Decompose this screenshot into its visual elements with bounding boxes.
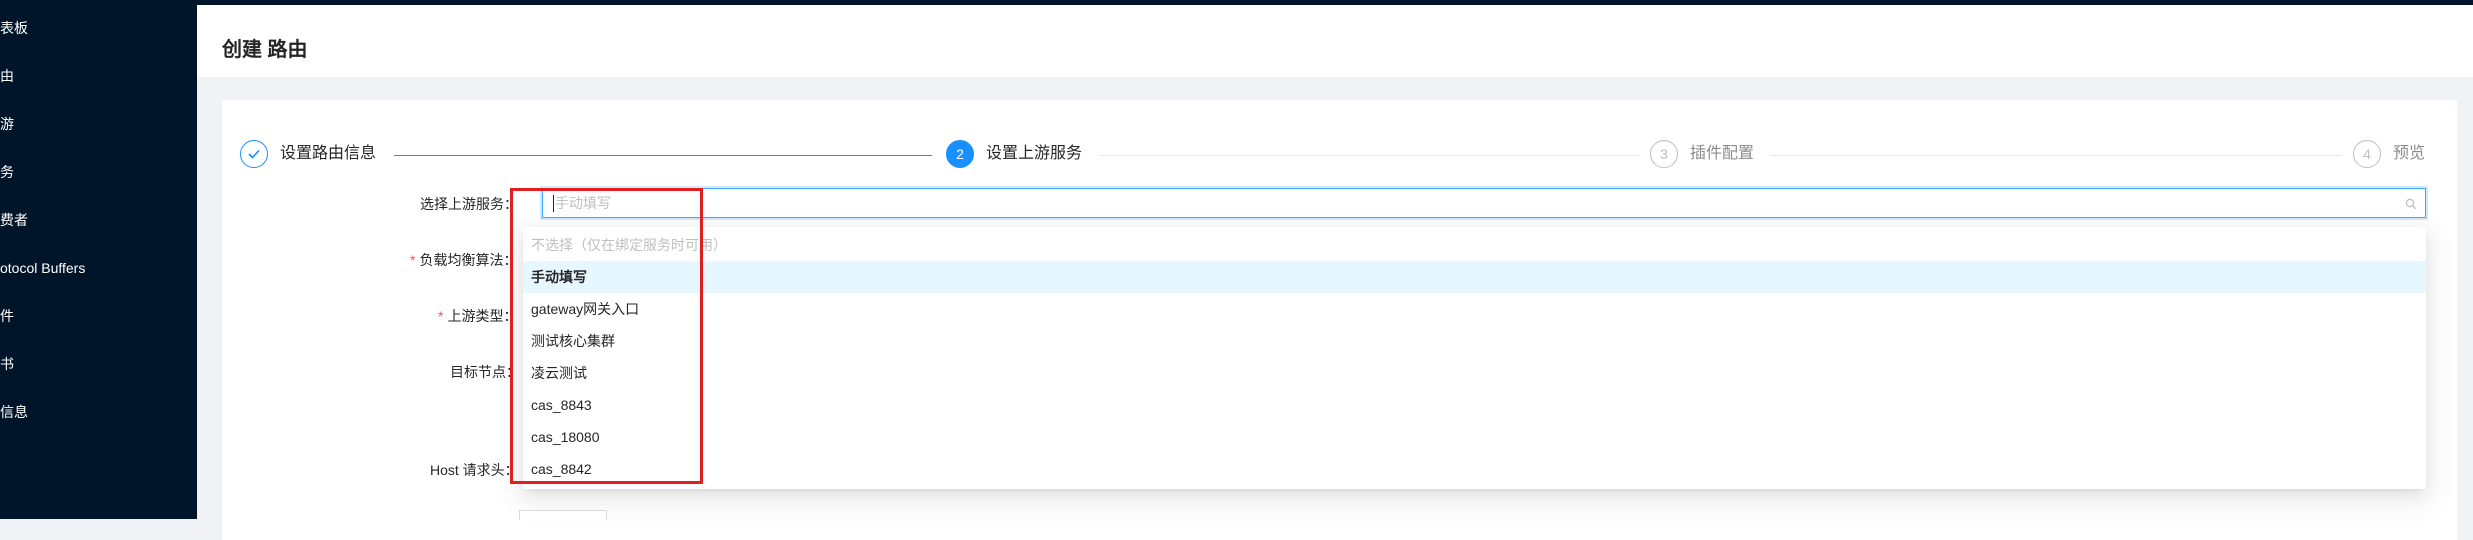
dropdown-option-test-core-cluster[interactable]: 测试核心集群 [523,325,2426,357]
step-line-2 [1100,155,1640,156]
step-line-3 [1770,155,2342,156]
dropdown-option-gateway[interactable]: gateway网关入口 [523,293,2426,325]
upstream-service-search-input[interactable] [555,194,2355,212]
step-3-number: 3 [1650,140,1678,168]
text-caret [553,195,554,212]
sidebar-item-routes[interactable]: 路由 [0,66,14,86]
upstream-type-label-text: 上游类型： [447,308,518,324]
step-4-number: 4 [2353,140,2381,168]
sidebar-item-dashboard[interactable]: 仪表板 [0,18,28,38]
upstream-service-label: 选择上游服务： [420,196,518,212]
page-title: 创建 路由 [222,39,308,61]
dropdown-option-cas-18080[interactable]: cas_18080 [523,421,2426,453]
step-4-title: 预览 [2393,145,2426,162]
page-header: 创建 路由 [197,5,2473,77]
upstream-type-label: * 上游类型： [438,308,518,324]
sidebar: 仪表板 路由 上游 服务 消费者 Protocol Buffers 插件 证书 … [0,0,197,519]
check-icon [248,149,260,159]
upstream-service-select[interactable] [542,188,2426,218]
sidebar-item-certificates[interactable]: 证书 [0,354,14,374]
step-line-1 [394,155,932,156]
lb-algorithm-label: * 负载均衡算法： [410,252,518,268]
step-2-title: 设置上游服务 [986,145,1083,162]
sidebar-item-services[interactable]: 服务 [0,162,14,182]
dropdown-option-none: 不选择（仅在绑定服务时可用） [531,237,727,253]
dropdown-option-cas-8843[interactable]: cas_8843 [523,389,2426,421]
sidebar-item-protocol-buffers[interactable]: Protocol Buffers [0,258,85,278]
step-1-title: 设置路由信息 [280,145,377,162]
dropdown-option-manual[interactable]: 手动填写 [523,261,2426,293]
sidebar-item-system-info[interactable]: 系统信息 [0,402,28,422]
host-header-label: Host 请求头： [430,462,519,478]
search-icon [2405,198,2417,210]
sidebar-item-plugins[interactable]: 插件 [0,306,14,326]
step-2-number: 2 [946,140,974,168]
lb-algorithm-label-text: 负载均衡算法： [419,252,518,268]
dropdown-option-cas-8842[interactable]: cas_8842 [523,453,2426,485]
target-nodes-label: 目标节点： [450,364,520,380]
dropdown-option-lingyun-test[interactable]: 凌云测试 [523,357,2426,389]
step-1-check-icon [240,140,268,168]
step-3-title: 插件配置 [1690,145,1755,162]
sidebar-item-upstream[interactable]: 上游 [0,114,14,134]
sidebar-item-consumers[interactable]: 消费者 [0,210,28,230]
upstream-service-dropdown: 不选择（仅在绑定服务时可用） 手动填写 gateway网关入口 测试核心集群 凌… [523,227,2426,489]
